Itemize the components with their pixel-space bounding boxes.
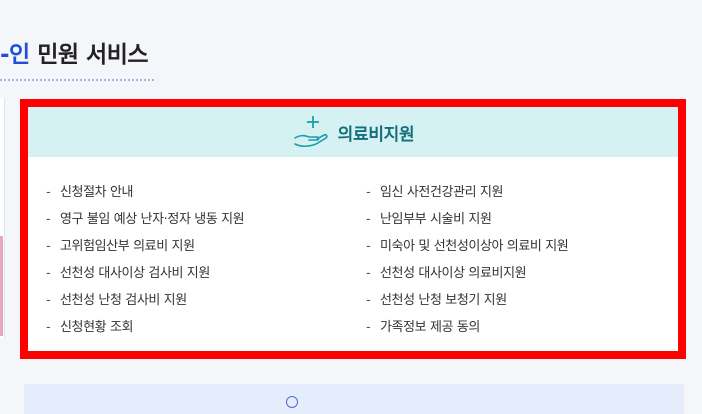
medical-support-card: 의료비지원 - 신청절차 안내 - 영구 불임 예상 난자·정자 냉동 지원 - 고위…: [20, 99, 686, 359]
service-label: 난임부부 시술비 지원: [380, 212, 492, 227]
service-label: 신청현황 조회: [60, 320, 134, 335]
service-label: 선천성 난청 보청기 지원: [380, 293, 507, 308]
bullet-dash: -: [46, 239, 51, 254]
service-link[interactable]: - 미숙아 및 선천성이상아 의료비 지원: [366, 233, 569, 260]
service-list-right: - 임신 사전건강관리 지원 - 난임부부 시술비 지원 - 미숙아 및 선천성이상아…: [366, 179, 569, 341]
bullet-dash: -: [46, 293, 51, 308]
bullet-dash: -: [366, 320, 371, 335]
service-label: 영구 불임 예상 난자·정자 냉동 지원: [60, 212, 245, 227]
bullet-dash: -: [366, 185, 371, 200]
service-label: 고위험임산부 의료비 지원: [60, 239, 195, 254]
service-link[interactable]: - 신청현황 조회: [46, 314, 244, 341]
service-link[interactable]: - 신청절차 안내: [46, 179, 244, 206]
card-title: 의료비지원: [337, 124, 415, 145]
page-title: -인 민원 서비스: [0, 38, 149, 82]
service-link[interactable]: - 선천성 대사이상 검사비 지원: [46, 260, 244, 287]
service-label: 선천성 대사이상 검사비 지원: [60, 266, 210, 281]
service-list-left: - 신청절차 안내 - 영구 불임 예상 난자·정자 냉동 지원 - 고위험임산부 의…: [46, 179, 245, 341]
bullet-dash: -: [46, 320, 51, 335]
bullet-dash: -: [366, 293, 371, 308]
service-link[interactable]: - 선천성 대사이상 의료비지원: [366, 260, 568, 287]
service-link[interactable]: - 난임부부 시술비 지원: [366, 206, 568, 233]
bullet-dash: -: [366, 266, 371, 281]
service-label: 선천성 대사이상 의료비지원: [380, 266, 527, 281]
service-label: 임신 사전건강관리 지원: [380, 185, 504, 200]
service-link[interactable]: - 가족정보 제공 동의: [366, 314, 568, 341]
bullet-dash: -: [366, 212, 371, 227]
service-label: 선천성 난청 검사비 지원: [60, 293, 187, 308]
service-label: 가족정보 제공 동의: [380, 320, 480, 335]
left-card-accent: [0, 236, 3, 336]
bullet-dash: -: [366, 239, 371, 254]
service-link[interactable]: - 영구 불임 예상 난자·정자 냉동 지원: [46, 206, 245, 233]
service-link[interactable]: - 선천성 난청 검사비 지원: [46, 287, 244, 314]
hand-plus-icon: [293, 116, 328, 148]
service-label: 신청절차 안내: [60, 185, 134, 200]
bullet-dash: -: [46, 266, 51, 281]
service-link[interactable]: - 선천성 난청 보청기 지원: [366, 287, 568, 314]
page-title-accent: -인: [0, 42, 30, 68]
card-header[interactable]: 의료비지원: [28, 107, 678, 157]
title-underline: [0, 79, 154, 81]
bullet-dash: -: [46, 212, 51, 227]
left-card-edge: [0, 98, 5, 338]
service-link[interactable]: - 고위험임산부 의료비 지원: [46, 233, 244, 260]
next-service-card[interactable]: [24, 384, 684, 414]
circle-icon: [286, 396, 298, 408]
page-title-text: 민원 서비스: [29, 42, 149, 68]
bullet-dash: -: [46, 185, 51, 200]
service-label: 미숙아 및 선천성이상아 의료비 지원: [380, 239, 569, 254]
service-link[interactable]: - 임신 사전건강관리 지원: [366, 179, 568, 206]
